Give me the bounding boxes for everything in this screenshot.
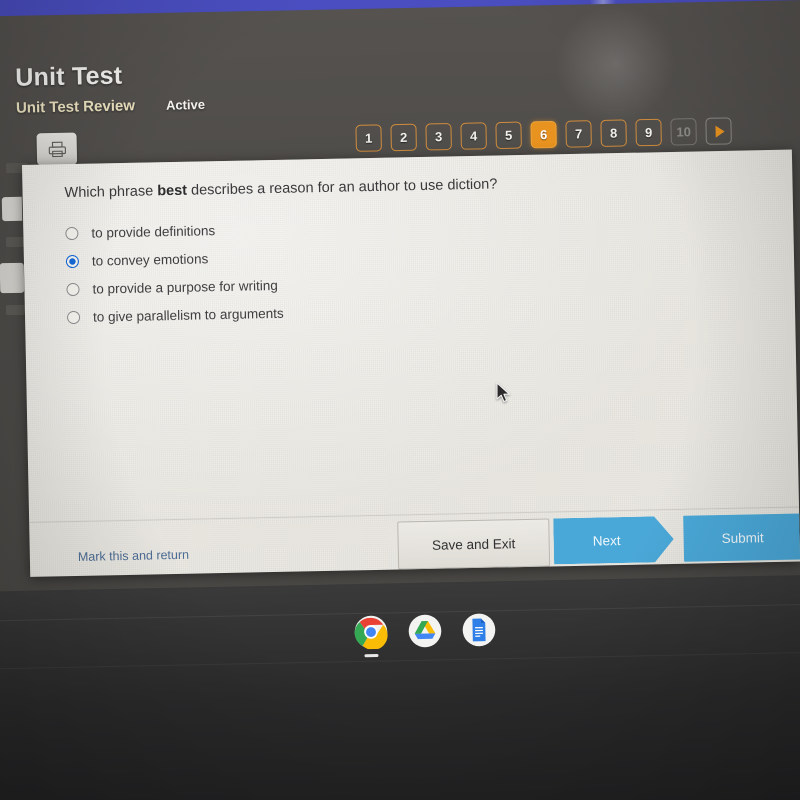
google-docs-app-button[interactable] xyxy=(460,611,499,650)
question-text-part-1: Which phrase xyxy=(64,183,158,202)
status-badge: Active xyxy=(165,96,206,113)
question-panel: Which phrase best describes a reason for… xyxy=(22,149,800,577)
question-pager[interactable]: 1 2 3 4 5 6 7 8 9 10 xyxy=(355,117,732,152)
question-button-8[interactable]: 8 xyxy=(600,119,627,147)
question-text-part-2: describes a reason for an author to use … xyxy=(186,176,498,199)
radio-button-unselected[interactable] xyxy=(66,282,80,296)
next-button[interactable]: Next xyxy=(553,516,674,564)
question-button-10: 10 xyxy=(670,118,697,146)
question-button-9[interactable]: 9 xyxy=(635,118,662,147)
radio-button-selected[interactable] xyxy=(65,254,80,268)
mark-this-and-return-link[interactable]: Mark this and return xyxy=(78,548,189,564)
answer-option-2[interactable]: to convey emotions xyxy=(65,240,768,269)
answer-option-label: to provide a purpose for writing xyxy=(92,277,278,297)
printer-icon xyxy=(48,141,66,157)
answer-option-label: to convey emotions xyxy=(91,250,209,269)
chromebook-shelf-background xyxy=(0,573,800,800)
save-and-exit-button[interactable]: Save and Exit xyxy=(397,518,551,570)
sidebar-fragment xyxy=(1,196,23,222)
sidebar-fragment xyxy=(0,262,25,294)
question-button-6[interactable]: 6 xyxy=(530,120,557,149)
question-button-4[interactable]: 4 xyxy=(460,122,487,150)
answer-options-list: to provide definitions to convey emotion… xyxy=(65,212,769,325)
app-active-indicator xyxy=(364,653,379,658)
question-button-1[interactable]: 1 xyxy=(355,124,382,152)
answer-option-1[interactable]: to provide definitions xyxy=(65,212,767,241)
question-button-7[interactable]: 7 xyxy=(565,120,592,148)
radio-button-unselected[interactable] xyxy=(66,310,81,324)
google-drive-app-button[interactable] xyxy=(406,612,445,651)
print-button[interactable] xyxy=(36,132,78,166)
question-button-2[interactable]: 2 xyxy=(390,123,417,152)
google-docs-icon xyxy=(462,613,496,647)
test-name-label: Unit Test Review xyxy=(15,97,136,117)
screenshot-root: oc Unit Test Unit Test Review Active 1 2… xyxy=(0,0,800,800)
google-drive-icon xyxy=(408,614,442,648)
submit-button[interactable]: Submit xyxy=(683,513,800,562)
question-emphasis-word: best xyxy=(157,182,188,200)
question-button-5[interactable]: 5 xyxy=(495,121,522,150)
next-arrow-icon xyxy=(714,125,725,138)
next-page-button[interactable] xyxy=(705,117,732,145)
answer-option-4[interactable]: to give parallelism to arguments xyxy=(66,296,769,325)
radio-button-unselected[interactable] xyxy=(65,226,79,240)
taskbar-shelf xyxy=(352,611,499,658)
chrome-app-button[interactable] xyxy=(352,613,391,658)
answer-option-label: to give parallelism to arguments xyxy=(92,305,284,325)
mouse-cursor xyxy=(496,382,510,403)
question-button-3[interactable]: 3 xyxy=(425,122,452,151)
answer-option-label: to provide definitions xyxy=(91,222,216,241)
chrome-icon xyxy=(354,615,388,650)
question-text: Which phrase best describes a reason for… xyxy=(64,170,766,204)
page-title: Unit Test xyxy=(15,61,123,92)
answer-option-3[interactable]: to provide a purpose for writing xyxy=(66,268,768,297)
